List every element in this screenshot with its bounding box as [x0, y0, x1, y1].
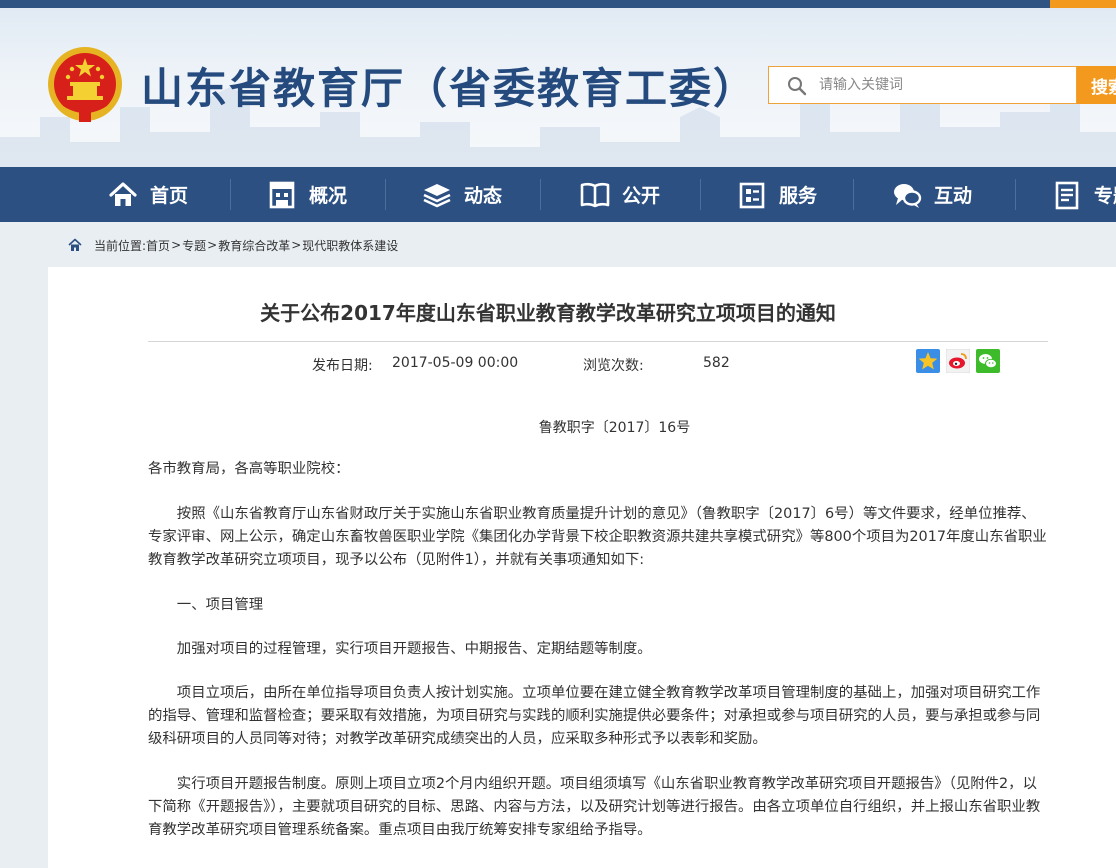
search-button[interactable]: 搜索 — [1077, 66, 1116, 104]
home-icon — [68, 238, 82, 251]
nav-divider — [540, 179, 541, 210]
top-bar — [0, 0, 1116, 8]
building-icon — [269, 181, 295, 208]
main-nav: 首页 概况 动态 公开 服务 互动 专 — [0, 167, 1116, 222]
view-count-label: 浏览次数: — [583, 358, 644, 374]
section-heading: 一、项目管理 — [176, 597, 264, 613]
site-header: 山东省教育厅（省委教育工委） 搜索 — [0, 0, 1116, 167]
nav-item-label: 公开 — [622, 185, 661, 207]
clipboard-icon — [739, 182, 765, 208]
breadcrumb-link-reform[interactable]: 教育综合改革 — [218, 237, 290, 254]
article-container: 关于公布2017年度山东省职业教育教学改革研究立项项目的通知 发布日期: 201… — [48, 267, 1116, 868]
nav-item-label: 动态 — [464, 185, 503, 207]
nav-divider — [853, 179, 854, 210]
nav-divider — [700, 179, 701, 210]
breadcrumb-separator: > — [291, 238, 302, 252]
search-box — [768, 66, 1077, 104]
publish-date-value: 2017-05-09 00:00 — [392, 355, 519, 371]
document-number: 鲁教职字〔2017〕16号 — [538, 420, 691, 436]
nav-item-label: 首页 — [150, 185, 189, 207]
document-icon — [1055, 181, 1079, 209]
nav-divider — [385, 179, 386, 210]
nav-item-label: 专题 — [1094, 185, 1116, 207]
breadcrumb-prefix: 当前位置: — [94, 238, 147, 253]
breadcrumb-separator: > — [207, 238, 218, 252]
publish-date-label: 发布日期: — [312, 358, 373, 374]
view-count-value: 582 — [703, 355, 730, 371]
breadcrumb-link-home[interactable]: 首页 — [146, 237, 170, 254]
nav-item-interaction[interactable]: 互动 — [892, 167, 972, 222]
layers-icon — [423, 183, 451, 207]
nav-item-overview[interactable]: 概况 — [267, 167, 347, 222]
nav-item-news[interactable]: 动态 — [422, 167, 502, 222]
article-title: 关于公布2017年度山东省职业教育教学改革研究立项项目的通知 — [260, 301, 836, 325]
chat-icon — [894, 183, 922, 208]
nav-divider — [1015, 179, 1016, 210]
title-divider — [148, 341, 1048, 342]
nav-item-label: 互动 — [934, 185, 973, 207]
search-input[interactable] — [819, 67, 1069, 103]
nav-item-home[interactable]: 首页 — [108, 167, 188, 222]
wechat-icon[interactable] — [976, 349, 1000, 373]
qzone-icon[interactable] — [916, 349, 940, 373]
site-title[interactable]: 山东省教育厅（省委教育工委） — [141, 55, 757, 116]
article-paragraph: 实行项目开题报告制度。原则上项目立项2个月内组织开题。项目组须填写《山东省职业教… — [148, 776, 1041, 838]
breadcrumb: 当前位置: 首页 > 专题 > 教育综合改革 > 现代职教体系建设 — [68, 236, 398, 254]
article-paragraph: 加强对项目的过程管理，实行项目开题报告、中期报告、定期结题等制度。 — [176, 641, 652, 657]
nav-item-topics[interactable]: 专题 — [1052, 167, 1116, 222]
article-paragraph: 按照《山东省教育厅山东省财政厅关于实施山东省职业教育质量提升计划的意见》（鲁教职… — [148, 506, 1047, 568]
national-emblem-icon — [48, 47, 122, 122]
nav-item-service[interactable]: 服务 — [737, 167, 817, 222]
breadcrumb-link-topics[interactable]: 专题 — [182, 237, 206, 254]
recipients: 各市教育局，各高等职业院校： — [148, 461, 350, 477]
home-icon — [109, 181, 137, 206]
nav-item-public[interactable]: 公开 — [580, 167, 660, 222]
weibo-icon[interactable] — [946, 349, 970, 373]
article-paragraph: 项目立项后，由所在单位指导项目负责人按计划实施。立项单位要在建立健全教育教学改革… — [148, 685, 1041, 747]
nav-divider — [230, 179, 231, 210]
breadcrumb-separator: > — [171, 238, 182, 252]
nav-item-label: 概况 — [309, 185, 348, 207]
search-icon — [788, 77, 807, 96]
top-bar-accent — [1050, 0, 1116, 8]
breadcrumb-link-vocational[interactable]: 现代职教体系建设 — [302, 237, 398, 254]
book-icon — [580, 182, 610, 207]
nav-item-label: 服务 — [779, 185, 818, 207]
